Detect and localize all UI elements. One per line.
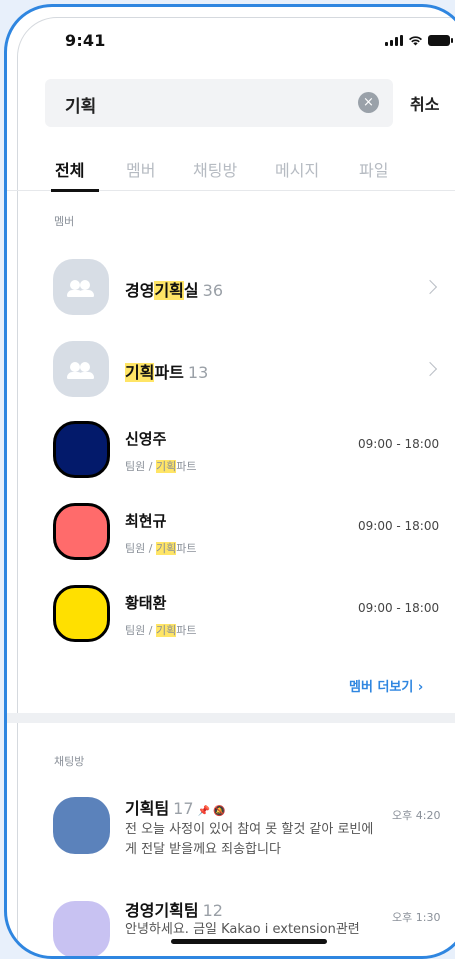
- battery-icon: [428, 35, 453, 46]
- tab-bar: 전체 멤버 채팅방 메시지 파일: [7, 147, 455, 192]
- chatroom-avatar: [53, 901, 110, 956]
- search-query[interactable]: 기획: [65, 92, 96, 117]
- group-count: 36: [202, 281, 223, 300]
- signal-icon: [385, 35, 403, 46]
- search-input[interactable]: 기획 ×: [45, 79, 393, 127]
- tab-members[interactable]: 멤버: [126, 157, 155, 181]
- chatroom-count: 12: [202, 901, 223, 920]
- chatroom-time: 오후 4:20: [392, 809, 441, 822]
- chatroom-name: 경영기획팀 12: [125, 901, 223, 920]
- chatroom-time: 오후 1:30: [392, 911, 441, 924]
- member-name: 황태환: [125, 594, 167, 612]
- more-members-link[interactable]: 멤버 더보기 ›: [349, 676, 423, 695]
- status-icons: [385, 35, 453, 46]
- chatroom-avatar: [53, 797, 110, 854]
- member-name: 최현규: [125, 512, 167, 530]
- tab-active-indicator: [51, 189, 99, 192]
- avatar: [53, 503, 110, 560]
- cancel-button[interactable]: 취소: [410, 91, 439, 115]
- wifi-icon: [409, 36, 422, 46]
- section-title-members: 멤버: [54, 215, 75, 228]
- group-icon: [53, 259, 109, 315]
- status-time: 9:41: [65, 31, 106, 50]
- section-divider: [7, 713, 455, 723]
- member-name: 신영주: [125, 430, 167, 448]
- tab-all[interactable]: 전체: [55, 157, 84, 181]
- member-role: 팀원 / 기획파트: [125, 624, 197, 637]
- section-title-chatrooms: 채팅방: [54, 755, 85, 768]
- avatar: [53, 585, 110, 642]
- chatroom-name: 기획팀 17 📌 🔕: [125, 799, 226, 818]
- pin-mute-icon: 📌 🔕: [197, 806, 226, 817]
- member-hours: 09:00 - 18:00: [358, 601, 440, 615]
- member-hours: 09:00 - 18:00: [358, 437, 440, 451]
- member-hours: 09:00 - 18:00: [358, 519, 440, 533]
- clear-icon[interactable]: ×: [358, 92, 379, 113]
- avatar: [53, 421, 110, 478]
- highlight: 기획: [154, 281, 184, 300]
- home-indicator: [171, 939, 327, 944]
- tab-messages[interactable]: 메시지: [275, 157, 319, 181]
- member-role: 팀원 / 기획파트: [125, 542, 197, 555]
- group-count: 13: [187, 363, 209, 382]
- group-name: 기획파트 13: [125, 363, 209, 382]
- group-name: 경영기획실 36: [125, 281, 223, 300]
- highlight: 기획: [125, 363, 155, 382]
- chatroom-last-message: 전 오늘 사정이 있어 참여 못 할것 같아 로빈에게 전달 받을께요 죄송합니…: [125, 822, 374, 857]
- tab-files[interactable]: 파일: [359, 157, 388, 181]
- chatroom-count: 17: [173, 799, 194, 818]
- group-icon: [53, 341, 109, 397]
- phone-frame: 9:41 기획 × 취소 전체 멤버 채팅방 메시지 파일 멤버 경영기획실 3…: [4, 4, 455, 959]
- tab-chatrooms[interactable]: 채팅방: [193, 157, 237, 181]
- member-role: 팀원 / 기획파트: [125, 460, 197, 473]
- status-bar: 9:41: [7, 31, 455, 61]
